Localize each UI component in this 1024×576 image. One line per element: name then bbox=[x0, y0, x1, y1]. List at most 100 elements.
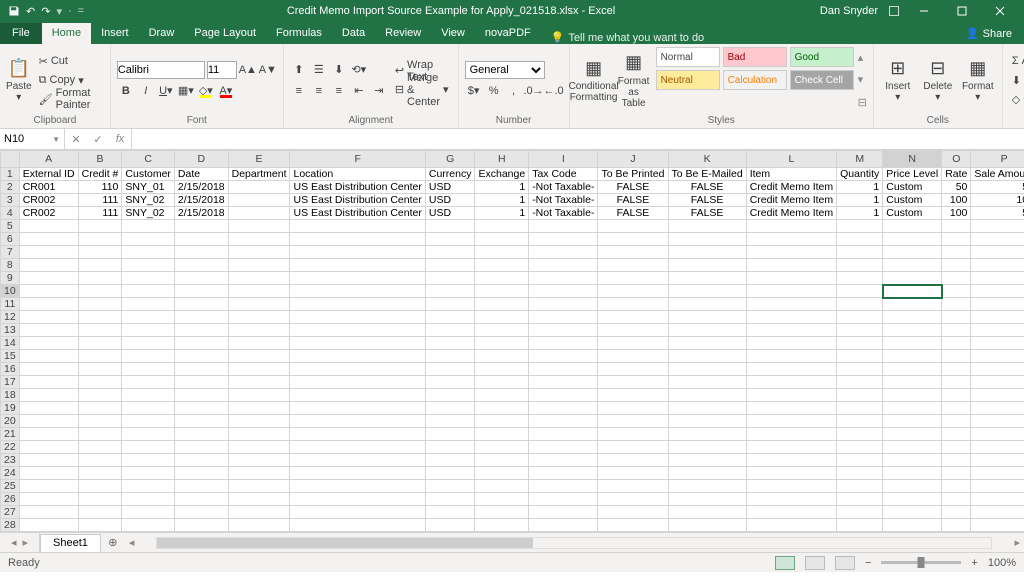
cell[interactable] bbox=[122, 493, 175, 506]
cell[interactable] bbox=[122, 428, 175, 441]
cell[interactable] bbox=[228, 376, 290, 389]
cell[interactable]: -Not Taxable- bbox=[529, 181, 598, 194]
row-header-8[interactable]: 8 bbox=[1, 259, 20, 272]
cell[interactable] bbox=[122, 454, 175, 467]
select-all-corner[interactable] bbox=[1, 151, 20, 168]
tab-review[interactable]: Review bbox=[375, 23, 431, 44]
cell[interactable] bbox=[228, 181, 290, 194]
cell[interactable] bbox=[971, 441, 1024, 454]
cell[interactable] bbox=[174, 363, 228, 376]
cell[interactable] bbox=[174, 532, 228, 533]
col-header-N[interactable]: N bbox=[883, 151, 942, 168]
row-header-17[interactable]: 17 bbox=[1, 376, 20, 389]
row-header-24[interactable]: 24 bbox=[1, 467, 20, 480]
cell[interactable] bbox=[228, 415, 290, 428]
cell[interactable] bbox=[19, 506, 78, 519]
row-header-6[interactable]: 6 bbox=[1, 233, 20, 246]
tab-novapdf[interactable]: novaPDF bbox=[475, 23, 541, 44]
cell[interactable] bbox=[425, 441, 475, 454]
cell[interactable] bbox=[290, 441, 425, 454]
cell[interactable] bbox=[668, 415, 746, 428]
cell[interactable] bbox=[942, 480, 971, 493]
cell[interactable] bbox=[228, 454, 290, 467]
add-sheet-button[interactable]: ⊕ bbox=[101, 533, 125, 552]
cell[interactable] bbox=[425, 493, 475, 506]
zoom-out-button[interactable]: − bbox=[865, 557, 871, 569]
col-header-I[interactable]: I bbox=[529, 151, 598, 168]
cell[interactable] bbox=[425, 389, 475, 402]
cell[interactable] bbox=[529, 285, 598, 298]
cell[interactable] bbox=[883, 220, 942, 233]
cell[interactable] bbox=[228, 493, 290, 506]
row-header-3[interactable]: 3 bbox=[1, 194, 20, 207]
cell[interactable] bbox=[668, 467, 746, 480]
increase-decimal-icon[interactable]: .0→ bbox=[525, 82, 543, 100]
maximize-button[interactable] bbox=[948, 0, 976, 22]
cell[interactable] bbox=[78, 220, 122, 233]
cell[interactable] bbox=[837, 428, 883, 441]
undo-icon[interactable]: ↶ bbox=[26, 5, 35, 18]
cell[interactable] bbox=[122, 467, 175, 480]
cell[interactable] bbox=[971, 519, 1024, 532]
cell[interactable] bbox=[746, 285, 836, 298]
tab-view[interactable]: View bbox=[431, 23, 475, 44]
cell[interactable] bbox=[228, 220, 290, 233]
tab-home[interactable]: Home bbox=[42, 23, 91, 44]
cell[interactable] bbox=[942, 298, 971, 311]
cell[interactable]: US East Distribution Center bbox=[290, 194, 425, 207]
border-button[interactable]: ▦▾ bbox=[177, 82, 195, 100]
cell[interactable] bbox=[122, 220, 175, 233]
cell[interactable] bbox=[122, 480, 175, 493]
cell[interactable] bbox=[598, 493, 668, 506]
paste-button[interactable]: 📋 Paste▾ bbox=[6, 47, 32, 113]
cell[interactable] bbox=[971, 259, 1024, 272]
cell[interactable] bbox=[837, 324, 883, 337]
row-header-15[interactable]: 15 bbox=[1, 350, 20, 363]
cell[interactable]: Credit Memo Item bbox=[746, 181, 836, 194]
header-cell[interactable]: Rate bbox=[942, 168, 971, 181]
cell[interactable] bbox=[290, 480, 425, 493]
cell[interactable] bbox=[228, 194, 290, 207]
cell[interactable] bbox=[883, 246, 942, 259]
header-cell[interactable]: Exchange bbox=[475, 168, 529, 181]
cell[interactable] bbox=[971, 376, 1024, 389]
cell[interactable] bbox=[668, 272, 746, 285]
indent-decrease-icon[interactable]: ⇤ bbox=[350, 82, 368, 100]
cell[interactable] bbox=[174, 402, 228, 415]
cell[interactable] bbox=[174, 506, 228, 519]
cell[interactable] bbox=[837, 233, 883, 246]
cell[interactable] bbox=[78, 454, 122, 467]
header-cell[interactable]: Date bbox=[174, 168, 228, 181]
cell[interactable] bbox=[837, 220, 883, 233]
cell[interactable] bbox=[746, 363, 836, 376]
cell[interactable] bbox=[883, 350, 942, 363]
cell[interactable]: 111 bbox=[78, 207, 122, 220]
share-button[interactable]: 👤 Share bbox=[954, 23, 1024, 44]
cell[interactable]: 50 bbox=[971, 207, 1024, 220]
cell[interactable] bbox=[228, 285, 290, 298]
cell[interactable] bbox=[475, 311, 529, 324]
conditional-formatting-button[interactable]: ▦ Conditional Formatting bbox=[576, 47, 612, 113]
cell[interactable] bbox=[971, 506, 1024, 519]
ribbon-options-icon[interactable] bbox=[888, 5, 900, 17]
cell[interactable] bbox=[883, 454, 942, 467]
cell[interactable] bbox=[598, 324, 668, 337]
cell[interactable] bbox=[971, 285, 1024, 298]
cell[interactable] bbox=[883, 441, 942, 454]
cell[interactable] bbox=[425, 337, 475, 350]
cell[interactable] bbox=[475, 467, 529, 480]
cell[interactable]: US East Distribution Center bbox=[290, 181, 425, 194]
cell[interactable] bbox=[529, 428, 598, 441]
cancel-formula-icon[interactable]: ✕ bbox=[65, 133, 87, 146]
cell[interactable] bbox=[746, 480, 836, 493]
cell[interactable] bbox=[837, 259, 883, 272]
cell[interactable]: 2/15/2018 bbox=[174, 194, 228, 207]
cell[interactable] bbox=[668, 324, 746, 337]
indent-increase-icon[interactable]: ⇥ bbox=[370, 82, 388, 100]
cell[interactable] bbox=[971, 402, 1024, 415]
cell[interactable] bbox=[883, 402, 942, 415]
col-header-H[interactable]: H bbox=[475, 151, 529, 168]
cell[interactable] bbox=[475, 350, 529, 363]
cell[interactable] bbox=[475, 402, 529, 415]
cell[interactable]: USD bbox=[425, 181, 475, 194]
